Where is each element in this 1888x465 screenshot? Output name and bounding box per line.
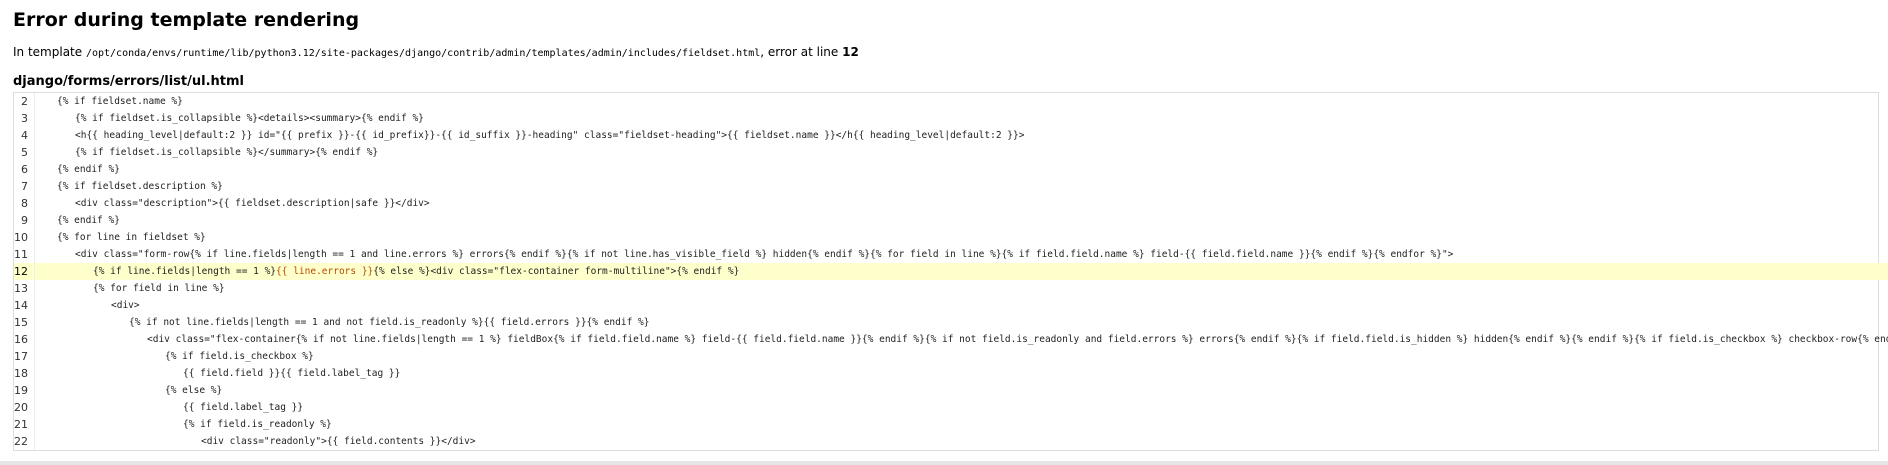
source-line: 11 <div class="form-row{% if line.fields|…: [14, 246, 1888, 263]
source-line: 5 {% if fieldset.is_collapsible %}</summa…: [14, 144, 1888, 161]
source-line: 13 {% for field in line %}: [14, 280, 1888, 297]
line-number: 2: [14, 93, 35, 110]
source-line: 16 <div class="flex-container{% if not li…: [14, 331, 1888, 348]
line-number: 13: [14, 280, 35, 297]
line-code: {% if fieldset.description %}: [57, 181, 223, 192]
code-after-error: {% else %}<div class="flex-container for…: [373, 266, 740, 277]
line-number: 16: [14, 331, 35, 348]
source-line: 10 {% for line in fieldset %}: [14, 229, 1888, 246]
line-number: 14: [14, 297, 35, 314]
intro-prefix: In template: [13, 45, 86, 59]
line-code: {% if field.is_checkbox %}: [165, 351, 314, 362]
source-line: 18 {{ field.field }}{{ field.label_tag }}: [14, 365, 1888, 382]
line-code: <div class="flex-container{% if not line…: [147, 334, 1888, 345]
line-number: 4: [14, 127, 35, 144]
line-code: {{ field.label_tag }}: [183, 402, 304, 413]
line-number: 7: [14, 178, 35, 195]
line-number: 17: [14, 348, 35, 365]
line-number: 15: [14, 314, 35, 331]
template-path: /opt/conda/envs/runtime/lib/python3.12/s…: [85, 48, 761, 59]
footer-bar: [0, 461, 1888, 465]
line-number: 22: [14, 433, 35, 450]
line-number: 10: [14, 229, 35, 246]
line-number: 21: [14, 416, 35, 433]
line-number: 6: [14, 161, 35, 178]
line-code: {% endif %}: [57, 164, 120, 175]
line-number: 19: [14, 382, 35, 399]
source-line: 20 {{ field.label_tag }}: [14, 399, 1888, 416]
line-code: <div class="description">{{ fieldset.des…: [75, 198, 430, 209]
line-code: {% if not line.fields|length == 1 and no…: [129, 317, 650, 328]
line-code: {% for field in line %}: [93, 283, 225, 294]
source-line: 14 <div>: [14, 297, 1888, 314]
line-code: {% if fieldset.is_collapsible %}</summar…: [75, 147, 379, 158]
source-line: 8 <div class="description">{{ fieldset.de…: [14, 195, 1888, 212]
line-code: {% endif %}: [57, 215, 120, 226]
source-line: 3 {% if fieldset.is_collapsible %}<detail…: [14, 110, 1888, 127]
source-line: 19 {% else %}: [14, 382, 1888, 399]
template-error-intro: In template /opt/conda/envs/runtime/lib/…: [13, 44, 1875, 62]
line-code: <h{{ heading_level|default:2 }} id="{{ p…: [75, 130, 1025, 141]
line-number: 11: [14, 246, 35, 263]
source-line: 15 {% if not line.fields|length == 1 and …: [14, 314, 1888, 331]
line-number: 5: [14, 144, 35, 161]
line-code: {% if line.fields|length == 1 %}{{ line.…: [35, 263, 1888, 280]
source-line: 2 {% if fieldset.name %}: [14, 93, 1888, 110]
line-code: {% if fieldset.is_collapsible %}<details…: [75, 113, 424, 124]
source-line: 17 {% if field.is_checkbox %}: [14, 348, 1888, 365]
line-code: {% if fieldset.name %}: [57, 96, 183, 107]
line-code: <div>: [111, 300, 140, 311]
line-number: 3: [14, 110, 35, 127]
source-line: 12 {% if line.fields|length == 1 %}{{ lin…: [14, 263, 1888, 280]
source-line: 4 <h{{ heading_level|default:2 }} id="{{ …: [14, 127, 1888, 144]
line-code: <div class="form-row{% if line.fields|le…: [75, 249, 1454, 260]
error-line-number: 12: [842, 45, 859, 59]
line-code: {% for line in fieldset %}: [57, 232, 206, 243]
line-code: {% else %}: [165, 385, 223, 396]
error-summary: Error during template rendering In templ…: [0, 0, 1888, 461]
source-line: 9 {% endif %}: [14, 212, 1888, 229]
source-code-box: 2 {% if fieldset.name %} 3 {% if fieldset.i…: [13, 92, 1888, 451]
line-number: 18: [14, 365, 35, 382]
source-table: 2 {% if fieldset.name %} 3 {% if fieldset.i…: [14, 93, 1888, 450]
code-before-error: {% if line.fields|length == 1 %}: [93, 266, 277, 277]
line-code: {% if field.is_readonly %}: [183, 419, 332, 430]
source-line: 21 {% if field.is_readonly %}: [14, 416, 1888, 433]
template-subtitle: django/forms/errors/list/ul.html: [13, 74, 245, 89]
line-code: <div class="readonly">{{ field.contents …: [201, 436, 476, 447]
source-line: 6 {% endif %}: [14, 161, 1888, 178]
page-title: Error during template rendering: [13, 9, 360, 31]
line-number: 12: [14, 263, 35, 280]
error-token: {{ line.errors }}: [276, 266, 374, 277]
line-number: 9: [14, 212, 35, 229]
source-line: 7 {% if fieldset.description %}: [14, 178, 1888, 195]
source-line: 22 <div class="readonly">{{ field.content…: [14, 433, 1888, 450]
line-number: 20: [14, 399, 35, 416]
intro-middle: , error at line: [760, 45, 843, 59]
line-number: 8: [14, 195, 35, 212]
line-code: {{ field.field }}{{ field.label_tag }}: [183, 368, 401, 379]
